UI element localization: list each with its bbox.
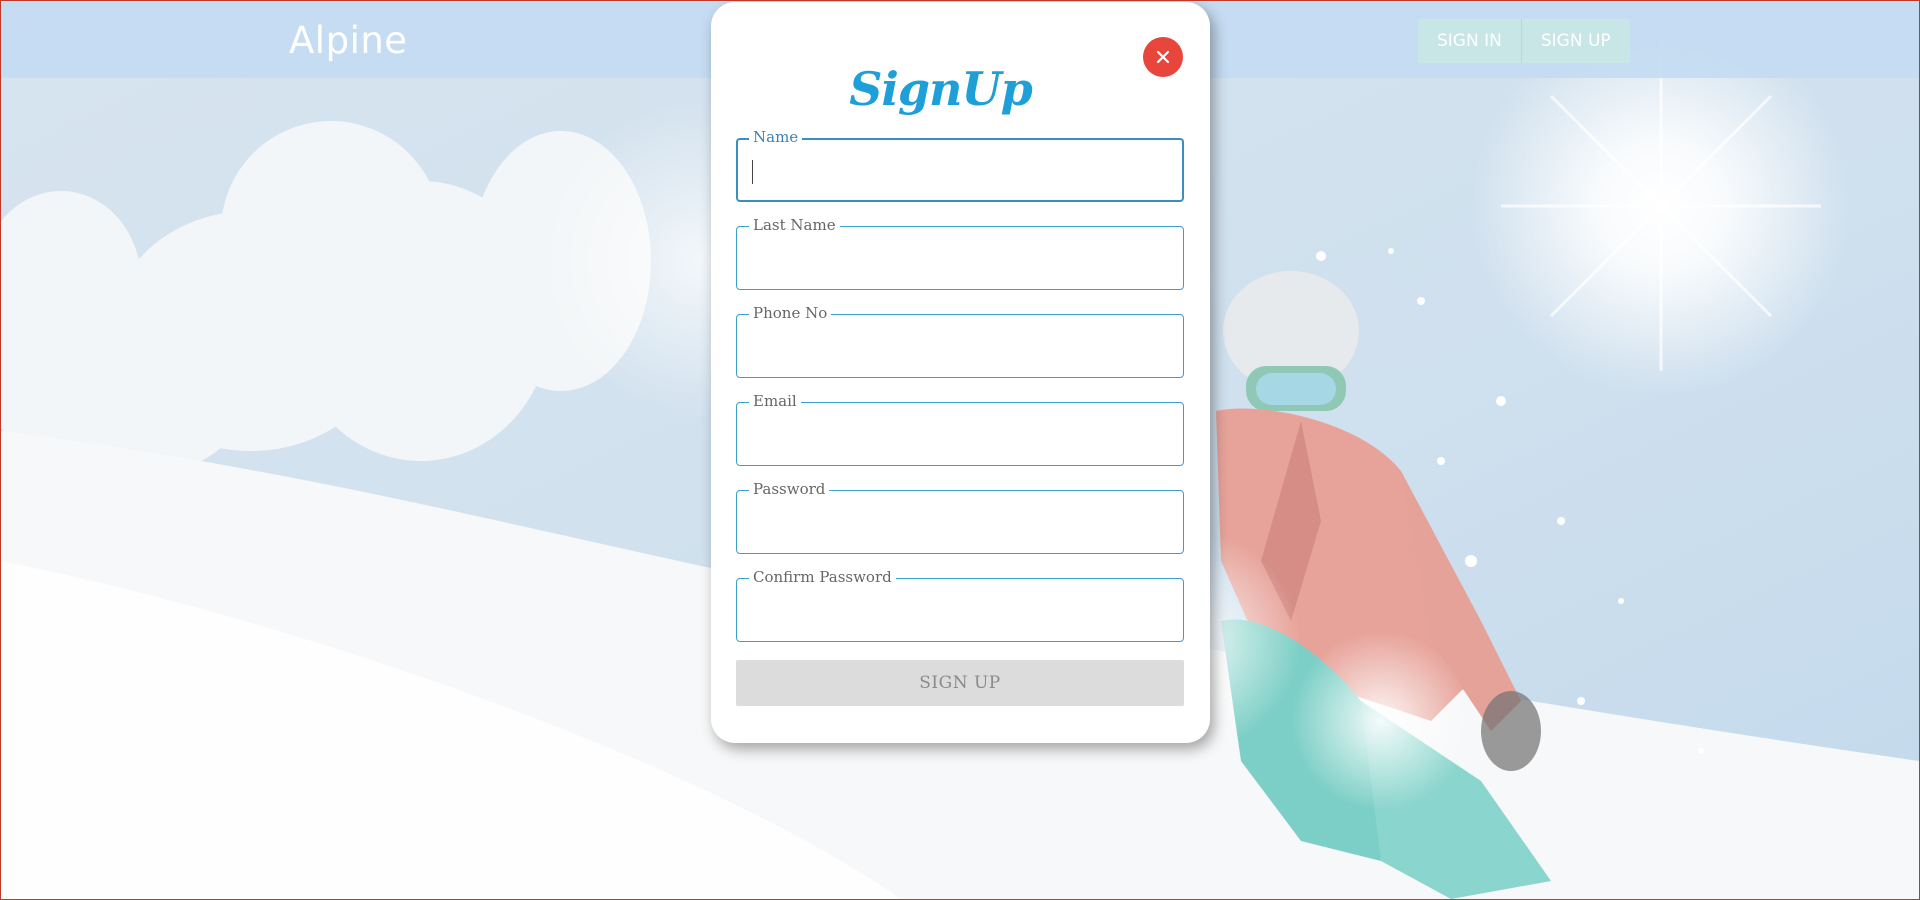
signup-submit-button[interactable]: SIGN UP bbox=[736, 660, 1184, 706]
confirm-password-field[interactable]: Confirm Password bbox=[736, 568, 1184, 642]
phone-label: Phone No bbox=[749, 304, 832, 322]
email-label: Email bbox=[749, 392, 801, 410]
brand-logo[interactable]: Alpine bbox=[289, 19, 408, 62]
nav-buttons: SIGN IN SIGN UP bbox=[1418, 19, 1630, 63]
password-input[interactable] bbox=[736, 490, 1184, 554]
name-label: Name bbox=[749, 128, 803, 146]
modal-title: SignUp bbox=[849, 62, 1033, 116]
page: Alpine SIGN IN SIGN UP SignUp Name Last … bbox=[0, 0, 1920, 900]
last-name-input[interactable] bbox=[736, 226, 1184, 290]
email-input[interactable] bbox=[736, 402, 1184, 466]
text-caret bbox=[752, 160, 753, 184]
signup-modal: SignUp Name Last Name Phone No Email Pas… bbox=[711, 2, 1210, 743]
phone-input[interactable] bbox=[736, 314, 1184, 378]
confirm-password-input[interactable] bbox=[736, 578, 1184, 642]
last-name-field[interactable]: Last Name bbox=[736, 216, 1184, 290]
name-input[interactable] bbox=[736, 138, 1184, 202]
confirm-password-label: Confirm Password bbox=[749, 568, 896, 586]
phone-field[interactable]: Phone No bbox=[736, 304, 1184, 378]
email-field[interactable]: Email bbox=[736, 392, 1184, 466]
password-label: Password bbox=[749, 480, 830, 498]
sign-up-button[interactable]: SIGN UP bbox=[1521, 19, 1630, 63]
last-name-label: Last Name bbox=[749, 216, 840, 234]
name-field[interactable]: Name bbox=[736, 128, 1184, 202]
sign-in-button[interactable]: SIGN IN bbox=[1418, 19, 1522, 63]
password-field[interactable]: Password bbox=[736, 480, 1184, 554]
